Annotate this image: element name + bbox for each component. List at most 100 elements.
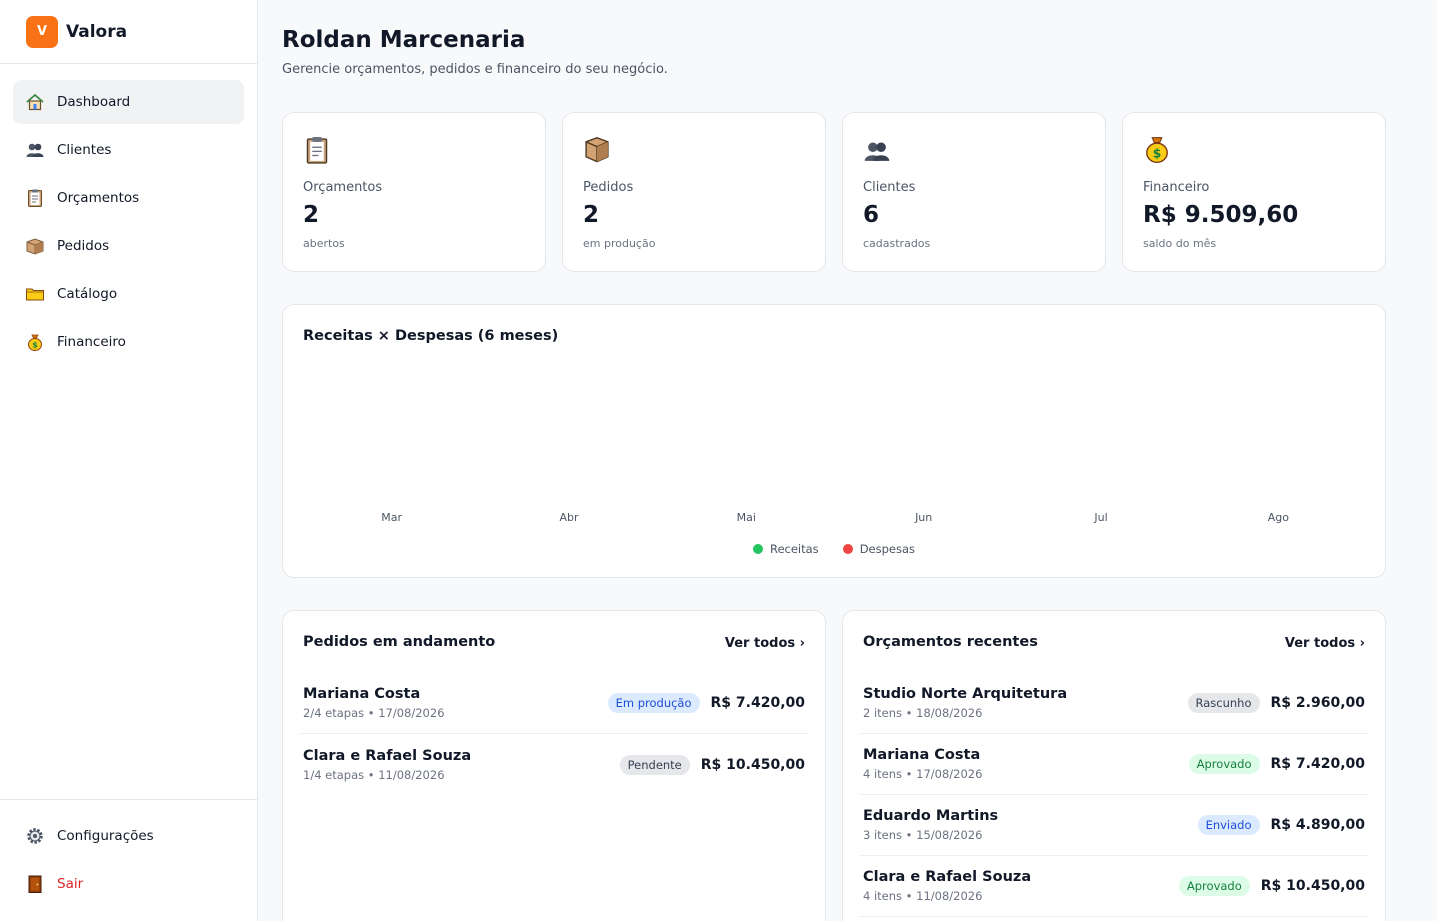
legend-dot bbox=[842, 544, 853, 554]
brand-name: Valora bbox=[66, 21, 128, 42]
money-bag-icon: $ bbox=[25, 332, 45, 352]
x-tick-label: Ago bbox=[1268, 511, 1290, 524]
quote-meta: 2 itens • 18/08/2026 bbox=[863, 706, 983, 720]
stat-hint: cadastrados bbox=[863, 237, 931, 250]
stat-label: Financeiro bbox=[1143, 180, 1210, 195]
sidebar-item-orcamentos[interactable]: Orçamentos bbox=[13, 176, 244, 220]
sidebar-item-label: Orçamentos bbox=[57, 190, 140, 206]
brand[interactable]: V Valora bbox=[0, 0, 257, 64]
status-badge: Aprovado bbox=[1188, 754, 1260, 774]
logout-button[interactable]: Sair bbox=[13, 862, 244, 906]
sidebar-item-label: Catálogo bbox=[57, 286, 118, 302]
legend-item-receitas[interactable]: Receitas bbox=[752, 542, 819, 556]
orders-view-all-link[interactable]: Ver todos › bbox=[725, 636, 805, 651]
list-item[interactable]: Mariana Costa 4 itens • 17/08/2026 Aprov… bbox=[859, 734, 1369, 795]
order-amount: R$ 10.450,00 bbox=[700, 756, 805, 773]
orders-card: Pedidos em andamento Ver todos › Mariana… bbox=[282, 610, 826, 921]
status-badge: Em produção bbox=[607, 693, 700, 713]
page-title: Roldan Marcenaria bbox=[282, 27, 526, 53]
x-tick-label: Mai bbox=[737, 511, 756, 524]
stat-value: 2 bbox=[303, 202, 320, 228]
quote-amount: R$ 4.890,00 bbox=[1270, 817, 1365, 833]
package-icon bbox=[583, 135, 611, 165]
order-client-name: Mariana Costa bbox=[303, 686, 421, 702]
quotes-title: Orçamentos recentes bbox=[863, 634, 1038, 650]
quotes-card: Orçamentos recentes Ver todos › Studio N… bbox=[842, 610, 1386, 921]
order-client-name: Clara e Rafael Souza bbox=[303, 747, 472, 764]
sidebar-item-catalogo[interactable]: Catálogo bbox=[13, 272, 244, 316]
list-item[interactable]: Clara e Rafael Souza 1/4 etapas • 11/08/… bbox=[299, 734, 809, 795]
money-bag-icon: $ bbox=[1143, 135, 1171, 165]
quote-amount: R$ 7.420,00 bbox=[1270, 756, 1365, 772]
x-tick-label: Mar bbox=[381, 511, 402, 524]
quote-meta: 4 itens • 11/08/2026 bbox=[863, 889, 983, 903]
quote-client-name: Studio Norte Arquitetura bbox=[863, 686, 1068, 702]
revenue-expense-chart: Mar Abr Mai Jun Jul Ago bbox=[381, 511, 1290, 524]
status-badge: Pendente bbox=[619, 754, 690, 775]
sidebar-item-label: Financeiro bbox=[57, 334, 126, 350]
logout-label: Sair bbox=[57, 876, 84, 892]
house-icon bbox=[25, 92, 45, 112]
x-tick-label: Jun bbox=[914, 511, 932, 524]
sidebar-item-financeiro[interactable]: $ Financeiro bbox=[13, 320, 244, 364]
list-item[interactable]: Clara e Rafael Souza 4 itens • 11/08/202… bbox=[859, 856, 1369, 917]
legend-label: Receitas bbox=[769, 542, 819, 556]
legend-dot bbox=[752, 544, 763, 554]
stat-value: R$ 9.509,60 bbox=[1143, 202, 1299, 228]
sidebar-item-clientes[interactable]: Clientes bbox=[13, 128, 244, 172]
x-tick-label: Abr bbox=[559, 511, 579, 524]
orders-title: Pedidos em andamento bbox=[303, 634, 496, 650]
quote-amount: R$ 2.960,00 bbox=[1270, 695, 1365, 711]
chart-legend: Receitas Despesas bbox=[283, 542, 1385, 556]
package-icon bbox=[25, 236, 45, 256]
quote-client-name: Eduardo Martins bbox=[863, 808, 999, 824]
order-meta: 1/4 etapas • 11/08/2026 bbox=[303, 767, 445, 782]
list-item[interactable]: Eduardo Martins 3 itens • 15/08/2026 Env… bbox=[859, 795, 1369, 856]
status-badge: Enviado bbox=[1197, 815, 1260, 835]
quote-meta: 3 itens • 15/08/2026 bbox=[863, 828, 983, 842]
svg-text:$: $ bbox=[1153, 147, 1162, 161]
stat-value: 6 bbox=[863, 202, 880, 228]
people-icon bbox=[25, 140, 45, 160]
orders-list: Mariana Costa 2/4 etapas • 17/08/2026 Em… bbox=[299, 673, 809, 795]
order-meta: 2/4 etapas • 17/08/2026 bbox=[303, 706, 445, 720]
quote-meta: 4 itens • 17/08/2026 bbox=[863, 767, 983, 781]
clipboard-icon bbox=[25, 188, 45, 208]
gear-icon bbox=[25, 826, 45, 846]
sidebar-item-label: Pedidos bbox=[57, 238, 110, 254]
page-subtitle: Gerencie orçamentos, pedidos e financeir… bbox=[282, 62, 668, 77]
stat-label: Orçamentos bbox=[303, 180, 383, 195]
quote-client-name: Clara e Rafael Souza bbox=[863, 869, 1032, 885]
sidebar-item-label: Dashboard bbox=[57, 94, 131, 110]
stat-card-pedidos[interactable]: Pedidos 2 em produção bbox=[562, 112, 826, 272]
status-badge: Aprovado bbox=[1178, 876, 1250, 896]
sidebar-item-configuracoes[interactable]: Configurações bbox=[13, 814, 244, 858]
legend-label: Despesas bbox=[859, 542, 916, 556]
clipboard-icon bbox=[303, 135, 331, 165]
status-badge: Rascunho bbox=[1187, 693, 1260, 713]
quote-client-name: Mariana Costa bbox=[863, 747, 981, 763]
folder-icon bbox=[25, 284, 45, 304]
sidebar-nav: Dashboard Clientes Orçamentos Pedidos Ca… bbox=[0, 64, 257, 364]
chart-card: Receitas × Despesas (6 meses) Mar Abr Mai J… bbox=[282, 304, 1386, 578]
list-item[interactable]: Studio Norte Arquitetura 2 itens • 18/08… bbox=[859, 673, 1369, 734]
chart-title: Receitas × Despesas (6 meses) bbox=[303, 328, 559, 344]
quotes-list: Studio Norte Arquitetura 2 itens • 18/08… bbox=[859, 673, 1369, 917]
list-item[interactable]: Mariana Costa 2/4 etapas • 17/08/2026 Em… bbox=[299, 673, 809, 734]
stat-hint: em produção bbox=[583, 237, 656, 250]
sidebar-item-label: Clientes bbox=[57, 142, 112, 158]
sidebar-footer: Configurações Sair bbox=[0, 799, 257, 921]
stat-hint: saldo do mês bbox=[1143, 237, 1217, 250]
sidebar-item-pedidos[interactable]: Pedidos bbox=[13, 224, 244, 268]
order-amount: R$ 7.420,00 bbox=[710, 695, 805, 711]
stat-card-financeiro[interactable]: $ Financeiro R$ 9.509,60 saldo do mês bbox=[1122, 112, 1386, 272]
stat-card-clientes[interactable]: Clientes 6 cadastrados bbox=[842, 112, 1106, 272]
sidebar: V Valora Dashboard Clientes Orçamentos P… bbox=[0, 0, 258, 921]
stat-card-orcamentos[interactable]: Orçamentos 2 abertos bbox=[282, 112, 546, 272]
quotes-view-all-link[interactable]: Ver todos › bbox=[1285, 636, 1365, 651]
sidebar-item-dashboard[interactable]: Dashboard bbox=[13, 80, 244, 124]
stat-hint: abertos bbox=[303, 237, 345, 250]
stat-value: 2 bbox=[583, 202, 600, 228]
people-icon bbox=[863, 135, 891, 165]
legend-item-despesas[interactable]: Despesas bbox=[842, 542, 916, 556]
